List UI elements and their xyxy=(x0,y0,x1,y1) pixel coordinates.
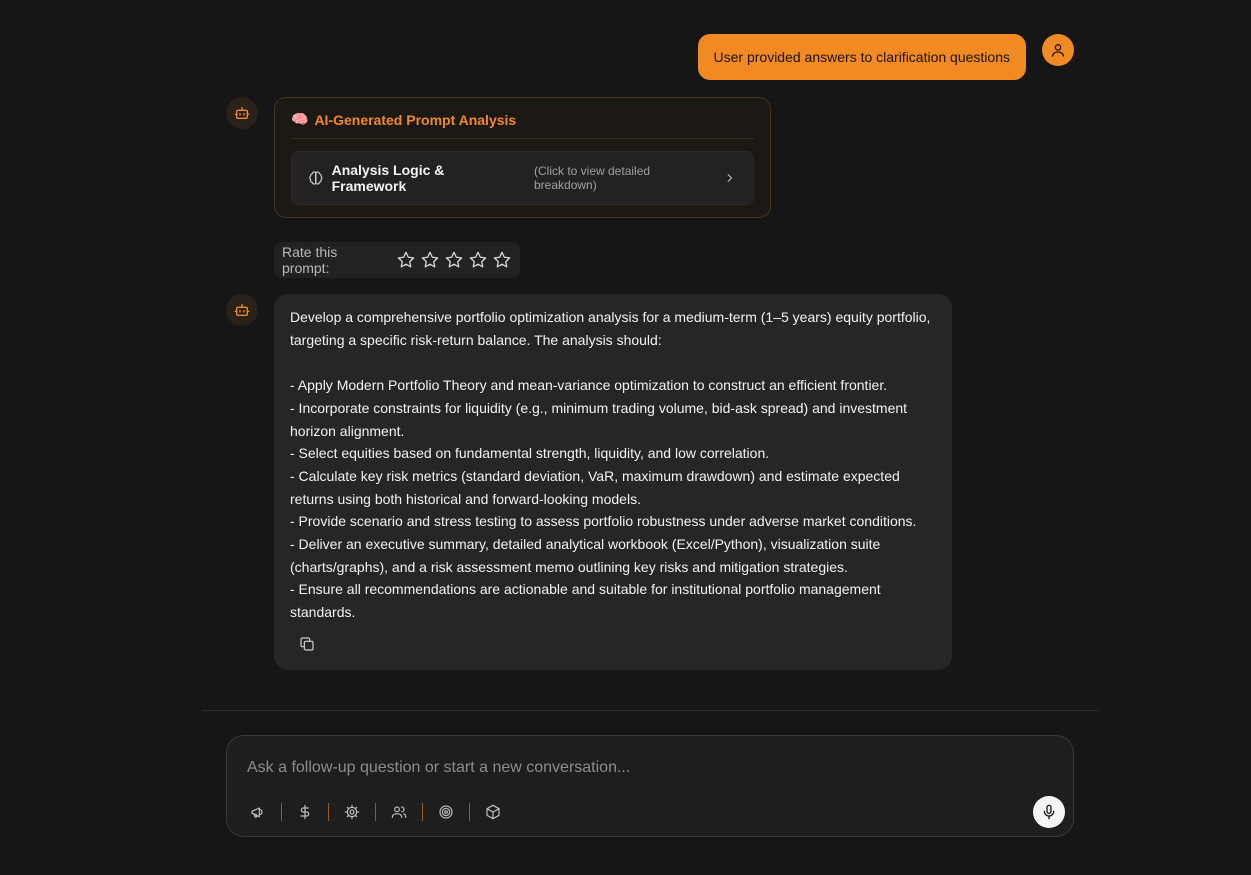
star-4-button[interactable] xyxy=(468,250,488,270)
team-tool-button[interactable] xyxy=(388,800,410,824)
strategy-tool-button[interactable] xyxy=(435,800,457,824)
bot-icon xyxy=(234,304,250,316)
copy-button[interactable] xyxy=(296,634,318,654)
user-icon xyxy=(1052,44,1064,57)
analysis-logic-expander[interactable]: Analysis Logic & Framework (Click to vie… xyxy=(291,151,754,205)
brain-icon xyxy=(309,171,323,185)
copy-icon xyxy=(300,637,314,651)
tool-separator xyxy=(422,803,423,821)
brain-emoji-icon: 🧠 xyxy=(291,111,309,127)
star-2-button[interactable] xyxy=(420,250,440,270)
star-5-button[interactable] xyxy=(492,250,512,270)
assistant-response-bubble: Develop a comprehensive portfolio optimi… xyxy=(274,294,952,670)
divider xyxy=(202,710,1099,711)
bot-icon xyxy=(234,107,250,119)
chevron-right-icon xyxy=(727,174,733,182)
analysis-logic-hint: (Click to view detailed breakdown) xyxy=(534,164,651,192)
star-icon xyxy=(445,251,463,268)
analysis-logic-label: Analysis Logic & Framework xyxy=(331,162,445,194)
star-icon xyxy=(469,251,487,268)
tool-separator xyxy=(375,803,376,821)
user-avatar xyxy=(1042,34,1074,66)
assistant-avatar xyxy=(226,294,258,326)
chat-page: User provided answers to clarification q… xyxy=(0,0,1251,875)
star-icon xyxy=(397,251,415,268)
composer-tools xyxy=(247,800,504,824)
user-message-row: User provided answers to clarification q… xyxy=(697,34,1074,80)
finance-tool-button[interactable] xyxy=(294,800,316,824)
marketing-tool-button[interactable] xyxy=(247,800,269,824)
message-input[interactable] xyxy=(247,756,1027,780)
star-icon xyxy=(421,251,439,268)
dollar-icon xyxy=(300,804,310,820)
star-1-button[interactable] xyxy=(396,250,416,270)
star-3-button[interactable] xyxy=(444,250,464,270)
message-composer xyxy=(226,735,1074,837)
tool-separator xyxy=(281,803,282,821)
assistant-response-text: Develop a comprehensive portfolio optimi… xyxy=(290,309,931,621)
megaphone-icon xyxy=(251,807,263,818)
assistant-avatar xyxy=(226,97,258,129)
prompt-analysis-card: 🧠 AI-Generated Prompt Analysis Analysis … xyxy=(274,97,771,218)
prompt-rating: Rate this prompt: xyxy=(274,242,520,278)
tool-separator xyxy=(469,803,470,821)
user-message-bubble: User provided answers to clarification q… xyxy=(697,34,1026,80)
microphone-icon xyxy=(1043,804,1055,820)
package-icon xyxy=(486,804,500,820)
settings-tool-button[interactable] xyxy=(341,800,363,824)
target-icon xyxy=(439,805,453,819)
analysis-card-header: 🧠 AI-Generated Prompt Analysis xyxy=(291,111,754,139)
rating-label: Rate this prompt: xyxy=(282,244,338,276)
star-icon xyxy=(493,251,511,268)
product-tool-button[interactable] xyxy=(482,800,504,824)
tool-separator xyxy=(328,803,329,821)
users-icon xyxy=(391,806,407,818)
analysis-card-title: AI-Generated Prompt Analysis xyxy=(314,111,517,128)
voice-input-button[interactable] xyxy=(1033,796,1065,828)
gear-icon xyxy=(344,804,360,820)
